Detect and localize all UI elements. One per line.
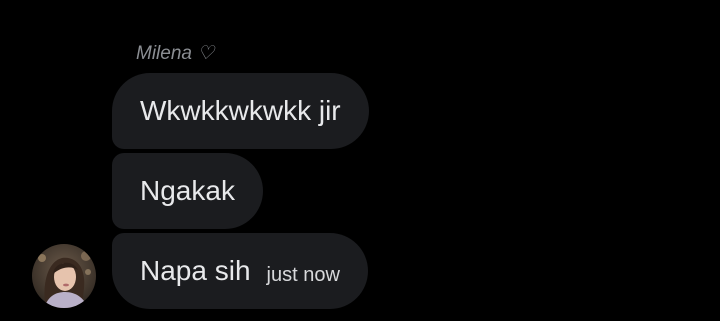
message-text: Napa sih	[140, 255, 251, 286]
message-bubble[interactable]: Wkwkkwkwkk jir	[112, 73, 369, 149]
message-timestamp: just now	[266, 264, 340, 286]
message-bubble[interactable]: Napa sih just now	[112, 233, 368, 309]
sender-avatar[interactable]	[32, 244, 96, 308]
message-text: Ngakak	[140, 175, 235, 206]
chat-screen: { "chat": { "sender_name": "Milena ♡", "…	[0, 0, 720, 321]
sender-name: Milena ♡	[136, 43, 215, 64]
message-bubble[interactable]: Ngakak	[112, 153, 263, 229]
cropped-previous-message	[560, 0, 700, 4]
user-avatar-photo-icon	[32, 244, 96, 308]
message-text: Wkwkkwkwkk jir	[140, 95, 341, 126]
